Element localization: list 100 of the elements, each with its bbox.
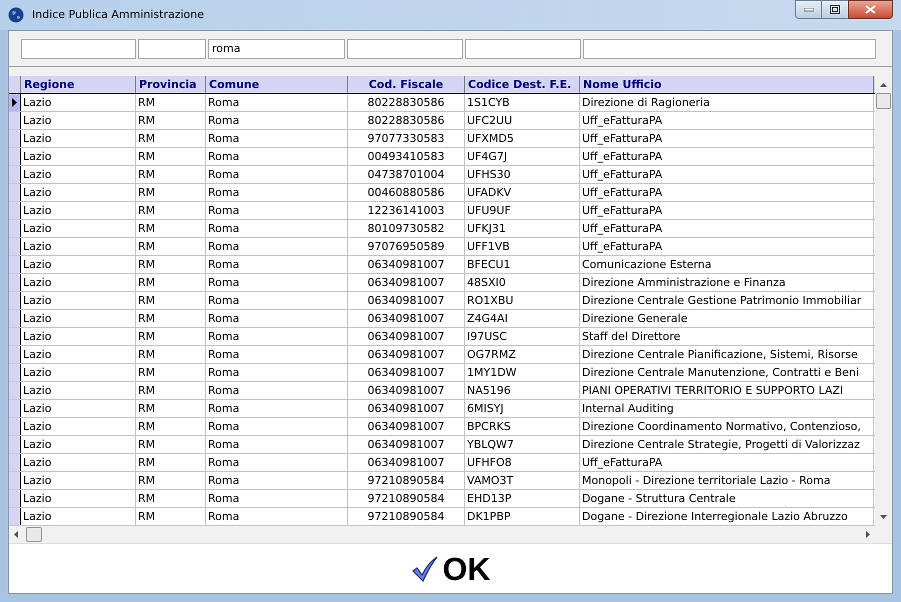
row-indicator[interactable] <box>9 310 21 327</box>
table-cell: Lazio <box>21 184 136 201</box>
table-cell: Monopoli - Direzione territoriale Lazio - Roma <box>580 472 874 489</box>
scroll-thumb[interactable] <box>876 93 891 109</box>
table-cell: Roma <box>206 148 348 165</box>
table-cell: Lazio <box>21 400 136 417</box>
table-cell: RM <box>136 292 206 309</box>
table-cell: 00460880586 <box>348 184 465 201</box>
table-cell: Lazio <box>21 364 136 381</box>
table-cell: Roma <box>206 274 348 291</box>
column-header[interactable]: Comune <box>206 76 348 93</box>
table-cell: RM <box>136 508 206 525</box>
table-cell: 12236141003 <box>348 202 465 219</box>
table-cell: 97210890584 <box>348 472 465 489</box>
table-cell: Roma <box>206 472 348 489</box>
minimize-button[interactable] <box>795 0 822 19</box>
table-cell: Direzione Amministrazione e Finanza <box>580 274 874 291</box>
table-cell: PIANI OPERATIVI TERRITORIO E SUPPORTO LAZI <box>580 382 874 399</box>
table-cell: Dogane - Struttura Centrale <box>580 490 874 507</box>
row-indicator[interactable] <box>9 256 21 273</box>
filter-field[interactable] <box>21 38 136 58</box>
row-indicator[interactable] <box>9 202 21 219</box>
column-header[interactable]: Provincia <box>136 76 206 93</box>
table-cell: Direzione Centrale Manutenzione, Contratti e Beni <box>580 364 874 381</box>
table-cell: Uff_eFatturaPA <box>580 148 874 165</box>
table-cell: Roma <box>206 220 348 237</box>
filter-field[interactable] <box>347 38 463 58</box>
table-cell: Direzione Centrale Gestione Patrimonio Immobiliar <box>580 292 874 309</box>
row-indicator[interactable] <box>9 130 21 147</box>
table-cell: RM <box>136 454 206 471</box>
table-cell: 97077330583 <box>348 130 465 147</box>
row-indicator[interactable] <box>9 400 21 417</box>
row-indicator[interactable] <box>9 148 21 165</box>
table-cell: UFHFO8 <box>465 454 580 471</box>
table-cell: Direzione Centrale Strategie, Progetti di Valorizzaz <box>580 436 874 453</box>
table-cell: Roma <box>206 418 348 435</box>
row-indicator[interactable] <box>9 274 21 291</box>
filter-field[interactable] <box>583 38 876 58</box>
column-header[interactable]: Codice Dest. F.E. <box>465 76 580 93</box>
row-indicator[interactable] <box>9 94 21 111</box>
row-indicator[interactable] <box>9 364 21 381</box>
row-indicator[interactable] <box>9 508 21 525</box>
table-cell: Lazio <box>21 220 136 237</box>
table-cell: RM <box>136 490 206 507</box>
table-cell: 1MY1DW <box>465 364 580 381</box>
column-header[interactable]: Regione <box>21 76 136 93</box>
table-cell: Roma <box>206 166 348 183</box>
row-indicator[interactable] <box>9 472 21 489</box>
row-indicator[interactable] <box>9 184 21 201</box>
table-cell: UFADKV <box>465 184 580 201</box>
table-cell: RM <box>136 400 206 417</box>
table-cell: BPCRKS <box>465 418 580 435</box>
checkmark-icon <box>410 554 438 582</box>
table-cell: 06340981007 <box>348 436 465 453</box>
row-indicator[interactable] <box>9 346 21 363</box>
table-cell: Roma <box>206 184 348 201</box>
row-indicator[interactable] <box>9 436 21 453</box>
table-cell: Lazio <box>21 508 136 525</box>
row-indicator[interactable] <box>9 382 21 399</box>
row-indicator[interactable] <box>9 220 21 237</box>
table-cell: 06340981007 <box>348 346 465 363</box>
filter-field[interactable]: roma <box>208 38 345 58</box>
filter-field[interactable] <box>138 38 206 58</box>
row-indicator[interactable] <box>9 454 21 471</box>
table-cell: 1S1CYB <box>465 94 580 111</box>
table-cell: Lazio <box>21 256 136 273</box>
table-cell: 80228830586 <box>348 112 465 129</box>
table-cell: NA5196 <box>465 382 580 399</box>
table-cell: Roma <box>206 310 348 327</box>
table-cell: Uff_eFatturaPA <box>580 112 874 129</box>
table-cell: Uff_eFatturaPA <box>580 130 874 147</box>
table-cell: UF4G7J <box>465 148 580 165</box>
table-cell: Roma <box>206 364 348 381</box>
table-cell: Roma <box>206 490 348 507</box>
table-cell: 06340981007 <box>348 364 465 381</box>
table-cell: Roma <box>206 436 348 453</box>
table-cell: Lazio <box>21 148 136 165</box>
table-cell: Roma <box>206 508 348 525</box>
column-header[interactable]: Cod. Fiscale <box>348 76 465 93</box>
table-cell: Roma <box>206 328 348 345</box>
column-header[interactable]: Nome Ufficio <box>580 76 874 93</box>
row-indicator[interactable] <box>9 418 21 435</box>
table-cell: UFU9UF <box>465 202 580 219</box>
table-cell: 80109730582 <box>348 220 465 237</box>
row-indicator[interactable] <box>9 292 21 309</box>
table-cell: RO1XBU <box>465 292 580 309</box>
table-cell: 00493410583 <box>348 148 465 165</box>
row-indicator[interactable] <box>9 328 21 345</box>
close-button[interactable] <box>848 0 893 19</box>
row-indicator[interactable] <box>9 166 21 183</box>
table-cell: 48SXI0 <box>465 274 580 291</box>
table-cell: Lazio <box>21 418 136 435</box>
scroll-thumb[interactable] <box>26 527 42 542</box>
maximize-button[interactable] <box>822 0 848 19</box>
table-cell: Lazio <box>21 166 136 183</box>
row-indicator[interactable] <box>9 490 21 507</box>
row-indicator[interactable] <box>9 238 21 255</box>
filter-field[interactable] <box>465 38 581 58</box>
table-cell: Roma <box>206 256 348 273</box>
row-indicator[interactable] <box>9 112 21 129</box>
